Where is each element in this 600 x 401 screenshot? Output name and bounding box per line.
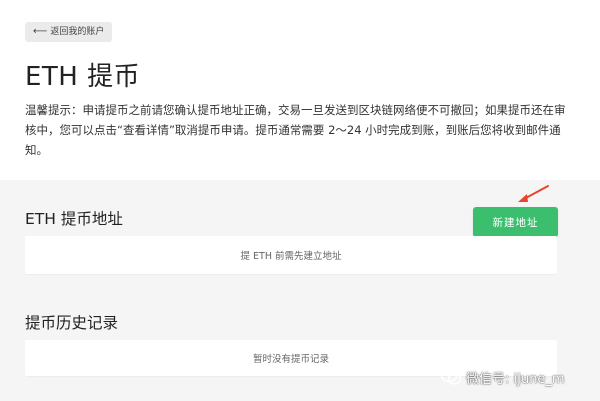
wechat-icon — [440, 368, 462, 385]
back-button-label: 返回我的账户 — [50, 27, 105, 37]
address-empty-text: 提 ETH 前需先建立地址 — [240, 251, 342, 262]
history-empty-text: 暂时没有提币记录 — [252, 354, 329, 365]
address-empty-card: 提 ETH 前需先建立地址 — [25, 236, 557, 274]
new-address-button[interactable]: 新建地址 — [473, 207, 558, 237]
annotation-arrow-icon — [518, 185, 549, 202]
page-title: ETH 提币 — [25, 62, 141, 92]
watermark-text: 微信号: iJune_m — [466, 371, 565, 387]
address-section-title: ETH 提币地址 — [25, 210, 123, 228]
history-section-title: 提币历史记录 — [25, 314, 119, 332]
back-to-account-button[interactable]: ⟵ 返回我的账户 — [25, 22, 113, 42]
arrow-left-icon: ⟵ — [33, 26, 48, 37]
notice-text: 温馨提示：申请提币之前请您确认提币地址正确，交易一旦发送到区块链网络便不可撤回；… — [25, 103, 566, 157]
watermark: 微信号: iJune_m — [440, 368, 565, 387]
